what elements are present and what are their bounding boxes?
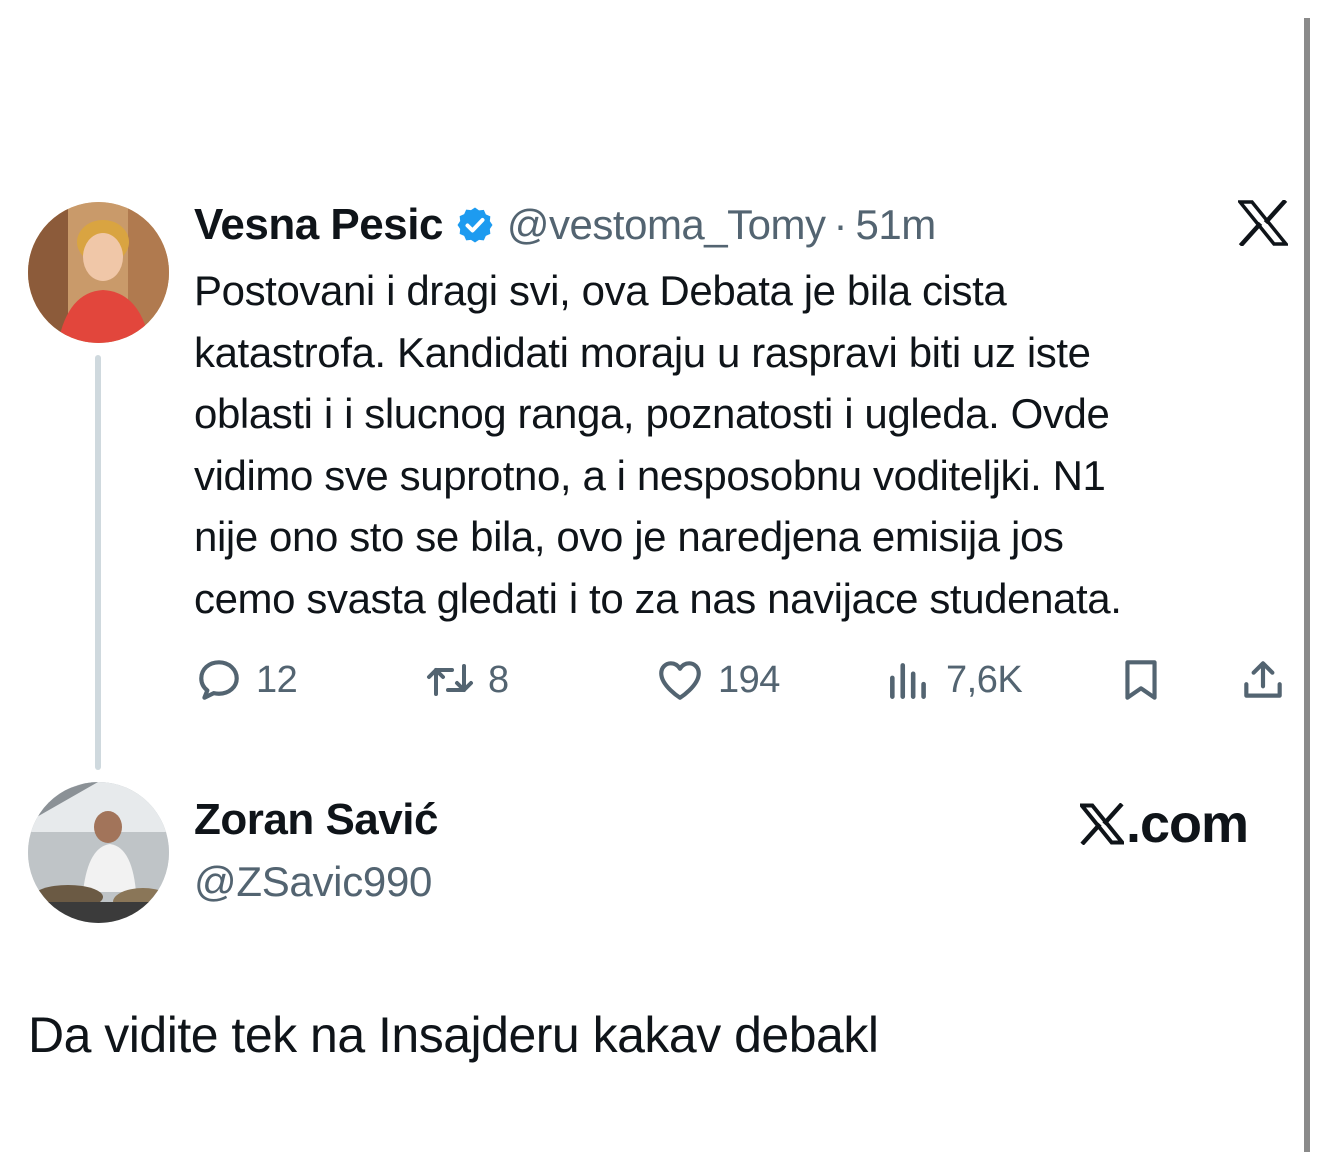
x-com-text: .com — [1126, 794, 1249, 854]
reply-author-handle[interactable]: @ZSavic990 — [194, 858, 432, 906]
tweet-time[interactable]: 51m — [856, 201, 937, 249]
views-icon — [890, 663, 926, 699]
tweet-header: Vesna Pesic @vestoma_Tomy · 51m — [194, 197, 936, 253]
avatar-vesna-pesic[interactable] — [28, 202, 169, 343]
tweet-text: Postovani i dragi svi, ova Debata je bil… — [194, 260, 1294, 629]
tweet-text-line: vidimo sve suprotno, a i nesposobnu vodi… — [194, 451, 1106, 499]
reply-author-name[interactable]: Zoran Savić — [194, 795, 438, 845]
x-logo-icon — [1080, 803, 1124, 845]
bookmark-button[interactable] — [1116, 650, 1166, 710]
verified-badge-icon — [457, 207, 493, 243]
like-count: 194 — [718, 658, 780, 701]
author-handle[interactable]: @vestoma_Tomy — [507, 201, 826, 249]
tweet-actions: 12 8 194 7,6K — [0, 650, 1320, 710]
reply-count: 12 — [256, 658, 298, 701]
repost-icon — [427, 664, 473, 696]
x-logo-icon — [1238, 200, 1288, 246]
tweet-text-line: Postovani i dragi svi, ova Debata je bil… — [194, 267, 1007, 314]
reply-icon — [199, 660, 239, 700]
views-count: 7,6K — [946, 658, 1023, 701]
views-button[interactable]: 7,6K — [884, 650, 1023, 710]
x-com-brand: .com — [1080, 792, 1249, 856]
like-icon — [659, 661, 701, 700]
tweet-text-line: oblasti i i slucnog ranga, poznatosti i … — [194, 390, 1110, 437]
like-button[interactable]: 194 — [654, 650, 780, 710]
repost-count: 8 — [488, 658, 509, 701]
bookmark-icon — [1125, 660, 1157, 700]
tweet-text-line: cemo svasta gledati i to za nas navijace… — [194, 574, 1122, 622]
share-button[interactable] — [1238, 650, 1288, 710]
tweet-text-line: nije ono sto se bila, ovo je naredjena e… — [194, 513, 1064, 560]
repost-button[interactable]: 8 — [424, 650, 509, 710]
share-icon — [1244, 661, 1282, 698]
tweet-text-line: katastrofa. Kandidati moraju u raspravi … — [194, 328, 1091, 376]
separator-dot: · — [833, 201, 848, 248]
reply-button[interactable]: 12 — [194, 650, 298, 710]
author-name[interactable]: Vesna Pesic — [194, 200, 443, 250]
reply-text: Da vidite tek na Insajderu kakav debakl — [28, 1007, 879, 1063]
avatar-zoran-savic[interactable] — [28, 782, 169, 923]
scrollbar[interactable] — [1304, 18, 1310, 1152]
